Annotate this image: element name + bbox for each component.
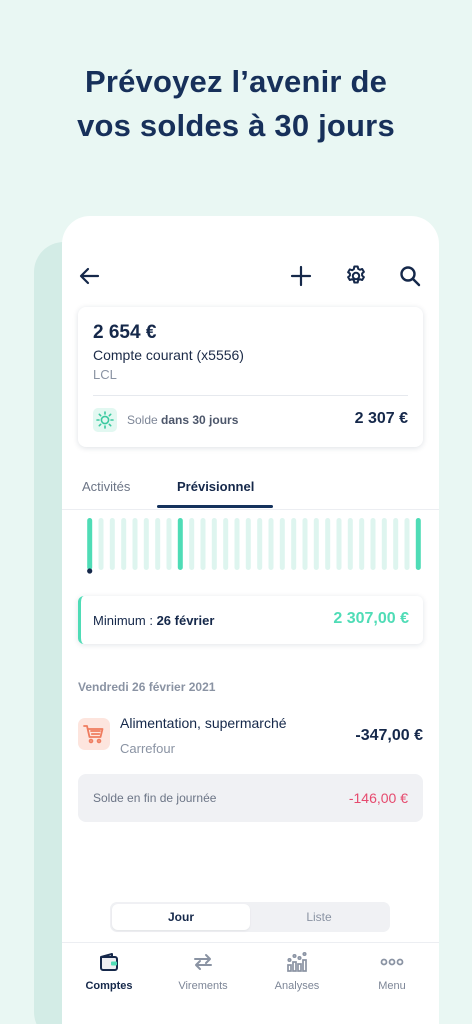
card-divider <box>93 395 408 396</box>
forecast-badge <box>93 408 117 432</box>
account-bank: LCL <box>93 367 117 382</box>
search-icon[interactable] <box>398 264 422 288</box>
chart-bar[interactable] <box>155 518 161 570</box>
chart-bar[interactable] <box>279 518 285 570</box>
minimum-label: Minimum : 26 février <box>93 613 214 628</box>
nav-accounts[interactable]: Comptes <box>62 943 156 1003</box>
minimum-value: 2 307,00 € <box>333 610 409 627</box>
nav-accounts-label: Comptes <box>85 980 133 992</box>
account-name: Compte courant (x5556) <box>93 347 244 363</box>
more-dots-icon <box>380 958 404 966</box>
chart-bar[interactable] <box>336 518 342 570</box>
nav-transfers-label: Virements <box>178 980 228 992</box>
chart-bar[interactable] <box>381 518 387 570</box>
chart-bar[interactable] <box>291 518 297 570</box>
chart-bar[interactable] <box>223 518 229 570</box>
wallet-icon <box>100 953 118 971</box>
chart-bar-highlighted[interactable] <box>177 518 183 570</box>
forecast-label-prefix: Solde <box>127 413 162 427</box>
chart-bar[interactable] <box>132 518 138 570</box>
nav-transfers[interactable]: Virements <box>156 943 250 1003</box>
toggle-list[interactable]: Liste <box>250 904 388 930</box>
chart-bar[interactable] <box>189 518 195 570</box>
tab-activities[interactable]: Activités <box>82 479 130 494</box>
forecast-bar-chart[interactable] <box>82 516 422 576</box>
chart-bar[interactable] <box>109 518 115 570</box>
nav-menu-label: Menu <box>378 980 406 992</box>
plus-icon[interactable] <box>289 264 313 288</box>
sun-icon <box>96 411 114 429</box>
chart-bar[interactable] <box>211 518 217 570</box>
top-toolbar <box>62 260 439 292</box>
chart-bar[interactable] <box>404 518 410 570</box>
chart-bar[interactable] <box>347 518 353 570</box>
transfer-arrows-icon <box>194 954 212 970</box>
minimum-balance-card[interactable]: Minimum : 26 février 2 307,00 € <box>78 596 423 644</box>
current-day-marker <box>87 568 93 574</box>
nav-analytics-label: Analyses <box>274 980 320 992</box>
chart-bar[interactable] <box>370 518 376 570</box>
gear-icon[interactable] <box>344 264 368 288</box>
chart-bar[interactable] <box>257 518 263 570</box>
nav-analytics[interactable]: Analyses <box>250 943 344 1003</box>
promo-headline: Prévoyez l’avenir de vos soldes à 30 jou… <box>0 60 472 148</box>
account-summary-card[interactable]: 2 654 € Compte courant (x5556) LCL Solde… <box>78 307 423 447</box>
chart-bar[interactable] <box>302 518 308 570</box>
chart-bar[interactable] <box>313 518 319 570</box>
account-balance: 2 654 € <box>93 322 157 343</box>
transaction-amount: -347,00 € <box>355 727 423 744</box>
transaction-category-badge <box>78 718 110 750</box>
chart-bar[interactable] <box>234 518 240 570</box>
chart-bar[interactable] <box>245 518 251 570</box>
day-header: Vendredi 26 février 2021 <box>78 680 216 694</box>
forecast-label: Solde dans 30 jours <box>127 413 238 427</box>
transaction-row[interactable]: Alimentation, supermarché Carrefour -347… <box>78 714 423 762</box>
arrow-left-icon[interactable] <box>78 264 102 288</box>
chart-bar[interactable] <box>268 518 274 570</box>
headline-line-2: vos soldes à 30 jours <box>77 108 395 143</box>
chart-bar[interactable] <box>143 518 149 570</box>
end-of-day-balance: Solde en fin de journée -146,00 € <box>78 774 423 822</box>
chart-bar-highlighted[interactable] <box>415 518 421 570</box>
toggle-day[interactable]: Jour <box>112 904 250 930</box>
chart-bar[interactable] <box>200 518 206 570</box>
end-of-day-value: -146,00 € <box>348 790 408 806</box>
chart-bar[interactable] <box>98 518 104 570</box>
headline-line-1: Prévoyez l’avenir de <box>84 64 388 99</box>
analytics-chart-icon <box>287 951 307 972</box>
minimum-label-prefix: Minimum : <box>93 613 157 628</box>
chart-bar[interactable] <box>166 518 172 570</box>
app-screen: 2 654 € Compte courant (x5556) LCL Solde… <box>62 216 439 1024</box>
view-toggle: Jour Liste <box>110 902 390 932</box>
forecast-label-period: dans 30 jours <box>161 413 239 427</box>
transaction-merchant: Carrefour <box>120 741 175 756</box>
active-tab-indicator <box>157 505 273 508</box>
bottom-navigation: Comptes Virements Analyses Menu <box>62 942 439 1024</box>
tab-bar: Activités Prévisionnel <box>62 474 439 510</box>
transaction-category: Alimentation, supermarché <box>120 715 287 731</box>
shopping-cart-icon <box>83 725 104 744</box>
chart-bar[interactable] <box>393 518 399 570</box>
chart-bar[interactable] <box>325 518 331 570</box>
chart-bar[interactable] <box>121 518 127 570</box>
chart-bar[interactable] <box>359 518 365 570</box>
minimum-date: 26 février <box>156 613 215 628</box>
chart-bar-highlighted[interactable] <box>87 518 93 570</box>
forecast-balance: 2 307 € <box>354 410 408 427</box>
nav-menu[interactable]: Menu <box>345 943 439 1003</box>
end-of-day-label: Solde en fin de journée <box>93 791 217 805</box>
tab-forecast[interactable]: Prévisionnel <box>177 479 254 494</box>
